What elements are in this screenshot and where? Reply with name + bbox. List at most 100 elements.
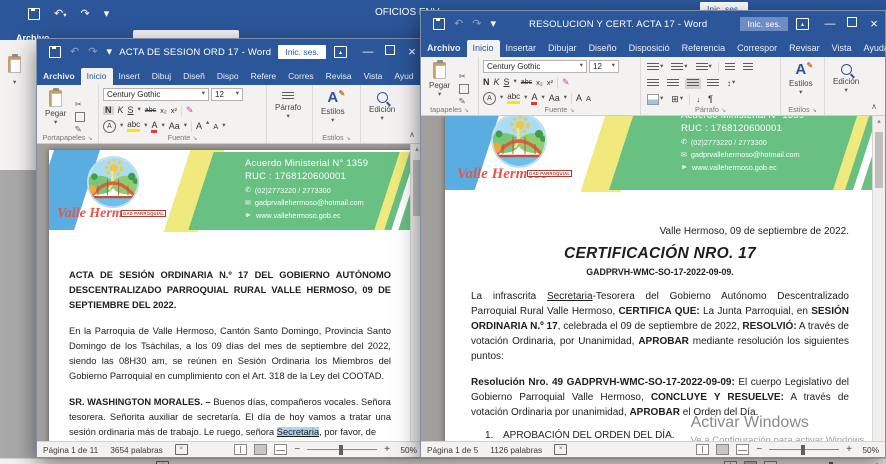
- format-painter-icon[interactable]: ✎: [459, 97, 469, 106]
- shrink-font-button[interactable]: A: [213, 123, 218, 131]
- zoom-slider[interactable]: [769, 449, 839, 451]
- tab-insertar[interactable]: Insertar: [500, 40, 543, 57]
- tab-vista[interactable]: Vista: [826, 40, 858, 57]
- sign-in-button[interactable]: Inic. ses.: [740, 17, 788, 31]
- show-marks-button[interactable]: ¶: [706, 94, 715, 105]
- scroll-up-arrow[interactable]: ▴: [873, 116, 885, 128]
- tab-inicio[interactable]: Inicio: [467, 40, 500, 57]
- ribbon-display-options-icon[interactable]: ▴: [796, 18, 809, 30]
- line-spacing-button[interactable]: ↕▾: [725, 79, 737, 89]
- font-name-combo[interactable]: Century Gothic▾: [483, 60, 587, 73]
- paragraph-dialog-launcher[interactable]: ↘: [721, 108, 726, 114]
- document-page[interactable]: Acuerdo Ministerial N° 1359 RUC : 176812…: [49, 150, 411, 441]
- italic-button[interactable]: K: [494, 78, 500, 87]
- justify-button[interactable]: [685, 78, 701, 89]
- decrease-indent-button[interactable]: [723, 62, 737, 73]
- redo-icon[interactable]: ↷: [88, 47, 97, 58]
- grow-font-button[interactable]: A: [196, 122, 202, 131]
- styles-button[interactable]: A✎ Estilos ▾: [317, 88, 349, 136]
- minimize-button[interactable]: —: [819, 11, 841, 37]
- align-left-button[interactable]: [645, 78, 661, 89]
- strikethrough-button[interactable]: abc: [145, 107, 156, 114]
- paste-button[interactable]: Pegar ▾: [41, 88, 70, 136]
- text-effects-icon[interactable]: A: [483, 92, 496, 105]
- change-case-button[interactable]: Aa: [549, 94, 560, 103]
- sign-in-button[interactable]: Inic. ses.: [278, 45, 326, 59]
- scrollbar-thumb[interactable]: [875, 132, 883, 188]
- web-layout-button[interactable]: [274, 444, 287, 455]
- tab-vista[interactable]: Vista: [358, 68, 389, 85]
- borders-button[interactable]: ⊞▾: [669, 94, 685, 105]
- tab-correspondencia[interactable]: Correspor: [731, 40, 783, 57]
- page-indicator[interactable]: Página 1 de 5: [427, 445, 478, 455]
- tab-disposicion[interactable]: Dispo: [211, 68, 245, 85]
- multilevel-list-button[interactable]: ▾: [694, 62, 714, 73]
- paste-button[interactable]: Pegar ▾: [425, 60, 454, 108]
- tab-referencias[interactable]: Refere: [245, 68, 283, 85]
- web-layout-button[interactable]: [736, 444, 749, 455]
- zoom-slider-thumb[interactable]: [339, 445, 343, 455]
- align-center-button[interactable]: [665, 78, 681, 89]
- read-mode-button[interactable]: [234, 444, 247, 455]
- maximize-button[interactable]: [379, 39, 401, 65]
- ribbon-display-options-icon[interactable]: ▴: [334, 46, 347, 58]
- shrink-font-button[interactable]: A: [586, 95, 591, 103]
- tab-diseno[interactable]: Diseñ: [177, 68, 211, 85]
- change-case-button[interactable]: Aa: [169, 122, 180, 131]
- save-icon[interactable]: [433, 18, 445, 30]
- copy-icon[interactable]: [459, 84, 469, 94]
- font-name-combo[interactable]: Century Gothic▾: [103, 88, 209, 101]
- font-size-combo[interactable]: 12▾: [211, 88, 243, 101]
- editing-button[interactable]: Edición ▾: [365, 88, 399, 136]
- redo-icon[interactable]: ↷: [80, 9, 89, 20]
- tab-correspondencia[interactable]: Corres: [282, 68, 320, 85]
- bullets-button[interactable]: ▾: [645, 62, 665, 73]
- bold-button[interactable]: N: [483, 78, 490, 87]
- undo-icon[interactable]: ↶▾: [54, 9, 66, 20]
- proofing-errors-icon[interactable]: ×: [554, 444, 567, 455]
- font-size-combo[interactable]: 12▾: [589, 60, 619, 73]
- styles-button[interactable]: A✎ Estilos ▾: [785, 60, 817, 108]
- bold-button[interactable]: N: [103, 106, 114, 115]
- subscript-button[interactable]: x₂: [536, 79, 543, 87]
- redo-icon[interactable]: ↷: [472, 19, 481, 30]
- underline-button[interactable]: S: [504, 78, 510, 87]
- zoom-percentage[interactable]: 50%: [397, 445, 417, 455]
- save-icon[interactable]: [49, 46, 61, 58]
- tab-ayuda[interactable]: Ayud: [388, 68, 419, 85]
- tab-insertar[interactable]: Insert: [113, 68, 146, 85]
- tab-dibujar[interactable]: Dibujar: [542, 40, 583, 57]
- superscript-button[interactable]: x²: [547, 79, 553, 87]
- styles-dialog-launcher[interactable]: ↘: [812, 108, 817, 114]
- read-mode-button[interactable]: [696, 444, 709, 455]
- tab-archivo[interactable]: Archivo: [421, 40, 467, 57]
- tab-disposicion[interactable]: Disposició: [623, 40, 676, 57]
- strikethrough-button[interactable]: abc: [521, 79, 532, 86]
- font-color-button[interactable]: A: [151, 121, 157, 133]
- editing-button[interactable]: Edición ▾: [829, 60, 863, 108]
- tab-dibujar[interactable]: Dibuj: [146, 68, 177, 85]
- paste-icon[interactable]: [8, 56, 21, 73]
- word-count[interactable]: 3654 palabras: [110, 445, 163, 455]
- font-dialog-launcher[interactable]: ↘: [569, 108, 574, 114]
- clear-formatting-icon[interactable]: ✎: [186, 106, 194, 115]
- zoom-percentage[interactable]: 50%: [859, 445, 879, 455]
- tab-inicio[interactable]: Inicio: [81, 68, 113, 85]
- zoom-in-button[interactable]: +: [384, 445, 390, 455]
- highlight-color-button[interactable]: abc: [507, 93, 520, 104]
- clear-formatting-icon[interactable]: ✎: [562, 78, 570, 87]
- vertical-scrollbar[interactable]: ▴: [872, 116, 885, 441]
- zoom-slider[interactable]: [307, 449, 377, 451]
- maximize-button[interactable]: [841, 11, 863, 37]
- minimize-button[interactable]: —: [357, 39, 379, 65]
- collapse-ribbon-icon[interactable]: ∧: [871, 102, 885, 115]
- undo-icon[interactable]: ↶: [454, 19, 463, 30]
- zoom-out-button[interactable]: −: [294, 445, 300, 455]
- font-color-button[interactable]: A: [531, 93, 537, 105]
- copy-icon[interactable]: [75, 112, 85, 122]
- word-count[interactable]: 1126 palabras: [490, 445, 542, 455]
- print-layout-button[interactable]: [716, 444, 729, 455]
- tab-ayuda[interactable]: Ayuda: [858, 40, 886, 57]
- zoom-out-button[interactable]: −: [756, 445, 762, 455]
- italic-button[interactable]: K: [118, 106, 124, 115]
